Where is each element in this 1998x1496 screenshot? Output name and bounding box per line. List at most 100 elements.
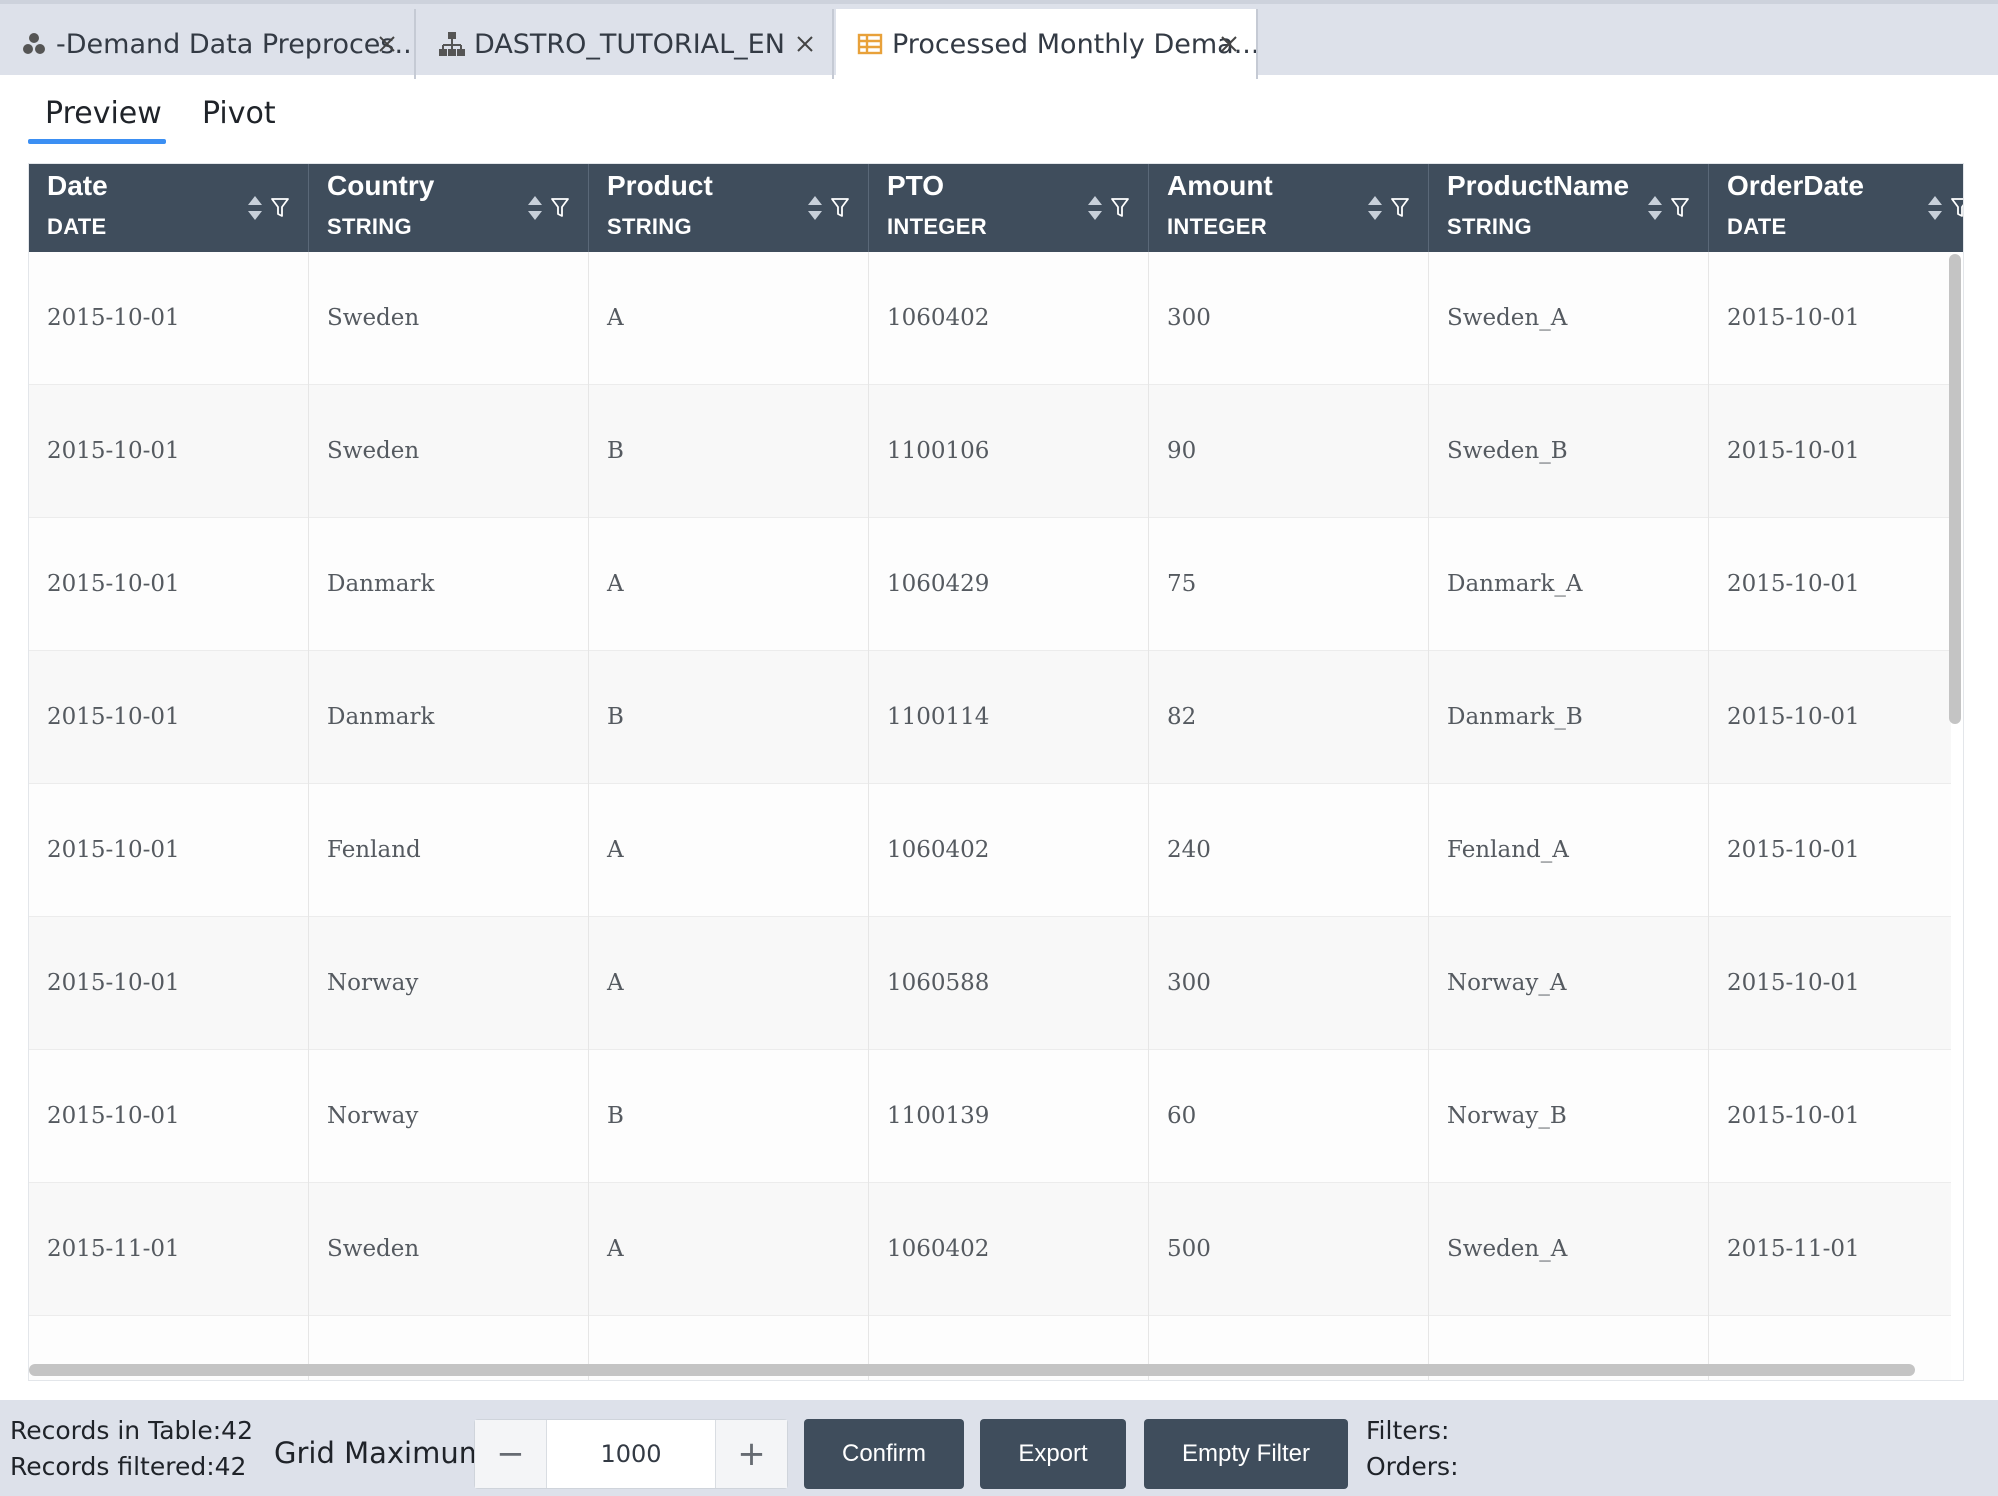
table-row[interactable]: 2015-10-01 Sweden A 1060402 300 Sweden_A 2015-… — [29, 252, 1951, 385]
cell-country: Sweden — [309, 1183, 589, 1316]
sort-icon[interactable] — [526, 194, 544, 222]
cell-date: 2015-10-01 — [29, 1050, 309, 1183]
column-header-product[interactable]: Product STRING — [589, 164, 869, 252]
cell-amount: 75 — [1149, 518, 1429, 651]
column-type: DATE — [47, 214, 107, 239]
cell-amount: 300 — [1149, 252, 1429, 385]
column-controls — [1086, 194, 1130, 222]
filter-icon[interactable] — [1950, 197, 1964, 219]
table-row[interactable]: 2015-10-01 Norway A 1060588 300 Norway_A 2015-… — [29, 917, 1951, 1050]
sort-icon[interactable] — [1086, 194, 1104, 222]
cell-productname: Sweden_A — [1429, 1183, 1709, 1316]
column-header-country[interactable]: Country STRING — [309, 164, 589, 252]
cell-date: 2015-10-01 — [29, 252, 309, 385]
close-icon[interactable] — [1218, 33, 1240, 55]
cell-productname: Danmark_B — [1429, 651, 1709, 784]
cell-product: B — [589, 385, 869, 518]
grid-maximum-input[interactable]: 1000 — [547, 1420, 715, 1488]
column-type: DATE — [1727, 214, 1787, 239]
cell-pto: 1100106 — [869, 385, 1149, 518]
cell-productname: Norway_A — [1429, 917, 1709, 1050]
grid-maximum-stepper: − 1000 + — [474, 1419, 788, 1489]
grid-header: Date DATE Country STRING Product STRING PTO INT… — [29, 164, 1964, 252]
column-name: PTO — [887, 170, 945, 201]
vertical-scrollbar[interactable] — [1949, 254, 1961, 724]
tab-label: DASTRO_TUTORIAL_EN — [474, 28, 785, 60]
table-row[interactable]: 2015-10-01 Norway B 1100139 60 Norway_B 2015-1… — [29, 1050, 1951, 1183]
cell-pto: 1100139 — [869, 1050, 1149, 1183]
cell-product: A — [589, 1183, 869, 1316]
increment-button[interactable]: + — [715, 1420, 787, 1488]
sort-icon[interactable] — [806, 194, 824, 222]
column-header-orderdate[interactable]: OrderDate DATE — [1709, 164, 1964, 252]
workflow-icon — [23, 33, 45, 54]
cell-productname: Sweden_B — [1429, 385, 1709, 518]
column-header-date[interactable]: Date DATE — [29, 164, 309, 252]
cell-pto: 1060588 — [869, 917, 1149, 1050]
table-row[interactable]: 2015-10-01 Danmark A 1060429 75 Danmark_A 2015… — [29, 518, 1951, 651]
cell-orderdate: 2015-10-01 — [1709, 1050, 1963, 1183]
cell-product: A — [589, 252, 869, 385]
sort-icon[interactable] — [1926, 194, 1944, 222]
hierarchy-icon — [439, 32, 465, 56]
cell-orderdate: 2015-11-01 — [1709, 1183, 1963, 1316]
cell-orderdate: 2015-10-01 — [1709, 385, 1963, 518]
filter-icon[interactable] — [1110, 197, 1130, 219]
column-controls — [1926, 194, 1964, 222]
tab-processed-monthly-demand[interactable]: Processed Monthly Dema... — [836, 9, 1258, 79]
column-header-amount[interactable]: Amount INTEGER — [1149, 164, 1429, 252]
cell-date: 2015-10-01 — [29, 518, 309, 651]
cell-date: 2015-10-01 — [29, 385, 309, 518]
tab-strip: -Demand Data Preproces... DASTRO_TUTORIA… — [0, 0, 1998, 79]
horizontal-scrollbar[interactable] — [29, 1364, 1915, 1376]
cell-productname: Fenland_A — [1429, 784, 1709, 917]
decrement-button[interactable]: − — [475, 1420, 547, 1488]
subtab-preview[interactable]: Preview — [45, 96, 162, 131]
close-icon[interactable] — [794, 33, 816, 55]
table-row[interactable]: 2015-11-01 Sweden A 1060402 500 Sweden_A 2015-… — [29, 1183, 1951, 1316]
sort-icon[interactable] — [246, 194, 264, 222]
export-button[interactable]: Export — [980, 1419, 1126, 1489]
tab-dastro-tutorial[interactable]: DASTRO_TUTORIAL_EN — [418, 9, 834, 79]
tab-demand-data-preprocess[interactable]: -Demand Data Preproces... — [0, 9, 416, 79]
table-row[interactable]: 2015-10-01 Danmark B 1100114 82 Danmark_B 2015… — [29, 651, 1951, 784]
cell-orderdate: 2015-10-01 — [1709, 252, 1963, 385]
column-name: Product — [607, 170, 713, 201]
sort-icon[interactable] — [1646, 194, 1664, 222]
column-name: Amount — [1167, 170, 1273, 201]
cell-country: Fenland — [309, 784, 589, 917]
records-in-table: Records in Table:42 — [10, 1416, 253, 1445]
cell-orderdate: 2015-10-01 — [1709, 518, 1963, 651]
column-header-pto[interactable]: PTO INTEGER — [869, 164, 1149, 252]
column-type: INTEGER — [887, 214, 987, 239]
app-window: -Demand Data Preproces... DASTRO_TUTORIA… — [0, 0, 1998, 1496]
column-header-productname[interactable]: ProductName STRING — [1429, 164, 1709, 252]
filter-icon[interactable] — [1390, 197, 1410, 219]
cell-country: Sweden — [309, 252, 589, 385]
cell-amount: 500 — [1149, 1183, 1429, 1316]
cell-productname: Norway_B — [1429, 1050, 1709, 1183]
column-name: Date — [47, 170, 108, 201]
cell-amount: 90 — [1149, 385, 1429, 518]
filter-icon[interactable] — [270, 197, 290, 219]
close-icon[interactable] — [376, 33, 398, 55]
cell-amount: 82 — [1149, 651, 1429, 784]
column-name: ProductName — [1447, 170, 1630, 201]
filter-icon[interactable] — [830, 197, 850, 219]
filter-icon[interactable] — [1670, 197, 1690, 219]
filter-icon[interactable] — [550, 197, 570, 219]
active-subtab-indicator — [28, 139, 166, 144]
table-row[interactable]: 2015-10-01 Sweden B 1100106 90 Sweden_B 2015-1… — [29, 385, 1951, 518]
column-name: OrderDate — [1727, 170, 1864, 201]
table-row[interactable]: 2015-10-01 Fenland A 1060402 240 Fenland_A 201… — [29, 784, 1951, 917]
cell-amount: 240 — [1149, 784, 1429, 917]
empty-filter-button[interactable]: Empty Filter — [1144, 1419, 1348, 1489]
cell-country: Norway — [309, 1050, 589, 1183]
subtab-pivot[interactable]: Pivot — [202, 96, 276, 131]
tab-label: -Demand Data Preproces... — [56, 28, 414, 60]
sort-icon[interactable] — [1366, 194, 1384, 222]
confirm-button[interactable]: Confirm — [804, 1419, 964, 1489]
cell-productname: Danmark_A — [1429, 518, 1709, 651]
cell-product: A — [589, 917, 869, 1050]
column-controls — [246, 194, 290, 222]
